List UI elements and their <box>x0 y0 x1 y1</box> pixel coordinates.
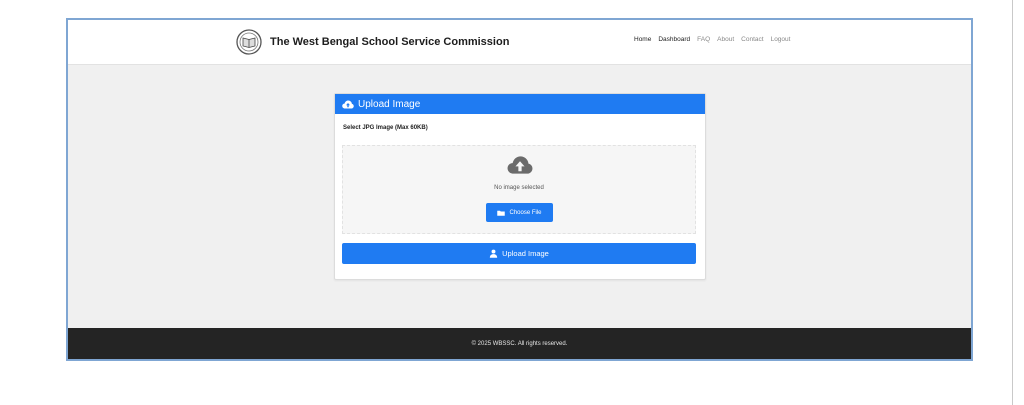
folder-icon <box>497 210 506 216</box>
nav-dashboard-link[interactable]: Dashboard <box>658 36 690 43</box>
upload-image-card: Upload Image Select JPG Image (Max 60KB)… <box>334 93 706 280</box>
site-title: The West Bengal School Service Commissio… <box>270 36 510 48</box>
image-dropzone[interactable]: No image selected Choose File <box>342 145 696 234</box>
upload-image-button[interactable]: Upload Image <box>342 243 696 264</box>
brand[interactable]: The West Bengal School Service Commissio… <box>236 28 509 56</box>
nav-logout-link[interactable]: Logout <box>771 36 791 43</box>
nav-about-link[interactable]: About <box>717 36 734 43</box>
choose-file-button[interactable]: Choose File <box>486 203 553 222</box>
cloud-upload-icon <box>342 100 354 108</box>
nav-faq-link[interactable]: FAQ <box>697 36 710 43</box>
site-footer: © 2025 WBSSC. All rights reserved. <box>68 328 971 359</box>
page-divider-line <box>1012 0 1013 405</box>
user-upload-icon <box>489 249 498 258</box>
nav-menu: Home Dashboard FAQ About Contact Logout <box>634 36 790 43</box>
wbssc-logo-icon <box>236 29 262 55</box>
top-navbar: The West Bengal School Service Commissio… <box>68 20 971 65</box>
nav-home-link[interactable]: Home <box>634 36 651 43</box>
select-image-label: Select JPG Image (Max 60KB) <box>343 125 428 131</box>
cloud-upload-icon <box>507 156 533 174</box>
card-title: Upload Image <box>358 98 421 110</box>
copyright-text: © 2025 WBSSC. All rights reserved. <box>471 340 568 347</box>
browser-viewport: The West Bengal School Service Commissio… <box>66 18 973 361</box>
card-header: Upload Image <box>335 94 705 114</box>
no-image-status: No image selected <box>494 185 544 191</box>
choose-file-label: Choose File <box>509 209 542 216</box>
upload-image-label: Upload Image <box>502 249 549 258</box>
nav-contact-link[interactable]: Contact <box>741 36 763 43</box>
